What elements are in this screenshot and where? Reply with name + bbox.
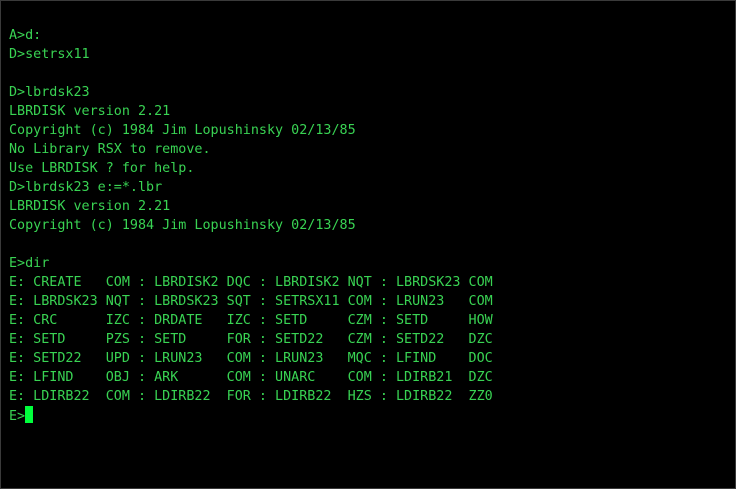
directory-listing-row: E: CRC IZC : DRDATE IZC : SETD CZM : SET…: [9, 313, 493, 328]
terminal-line: LBRDISK version 2.21: [9, 199, 171, 214]
directory-listing-row: E: LBRDSK23 NQT : LBRDSK23 SQT : SETRSX1…: [9, 294, 493, 309]
command-prompt-line[interactable]: E>: [9, 406, 729, 425]
command-prompt: E>: [9, 409, 26, 424]
terminal-line: A>d:: [9, 28, 42, 43]
directory-listing-row: E: SETD22 UPD : LRUN23 COM : LRUN23 MQC …: [9, 351, 493, 366]
terminal-line: Copyright (c) 1984 Jim Lopushinsky 02/13…: [9, 123, 356, 138]
terminal-line: D>lbrdsk23 e:=*.lbr: [9, 180, 163, 195]
terminal-line: Copyright (c) 1984 Jim Lopushinsky 02/13…: [9, 218, 356, 233]
terminal-line: E>dir: [9, 256, 50, 271]
directory-listing-row: E: SETD PZS : SETD FOR : SETD22 CZM : SE…: [9, 332, 493, 347]
terminal-screen: A>d: D>setrsx11 D>lbrdsk23 LBRDISK versi…: [9, 26, 729, 482]
terminal-line: LBRDISK version 2.21: [9, 104, 171, 119]
directory-listing-row: E: LFIND OBJ : ARK COM : UNARC COM : LDI…: [9, 370, 493, 385]
terminal-line: D>lbrdsk23: [9, 85, 90, 100]
text-cursor: [25, 406, 34, 423]
terminal-window[interactable]: A>d: D>setrsx11 D>lbrdsk23 LBRDISK versi…: [0, 0, 736, 489]
terminal-line: D>setrsx11: [9, 47, 90, 62]
directory-listing-row: E: CREATE COM : LBRDISK2 DQC : LBRDISK2 …: [9, 275, 493, 290]
terminal-line: Use LBRDISK ? for help.: [9, 161, 195, 176]
terminal-line: No Library RSX to remove.: [9, 142, 211, 157]
directory-listing-row: E: LDIRB22 COM : LDIRB22 FOR : LDIRB22 H…: [9, 389, 493, 404]
